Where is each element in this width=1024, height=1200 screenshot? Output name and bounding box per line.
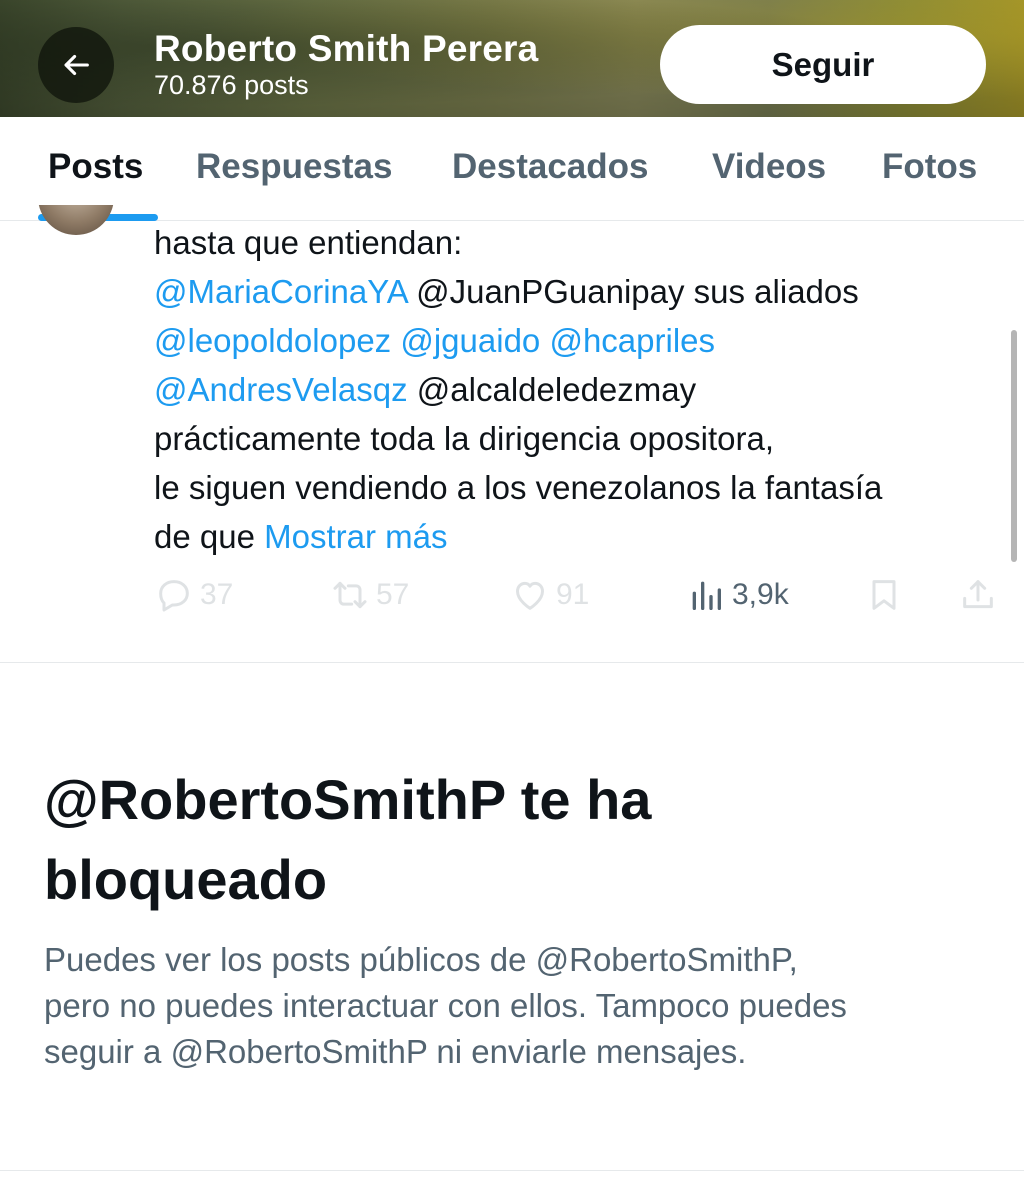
mention-link[interactable]: @hcapriles <box>549 322 715 359</box>
mention-link[interactable]: @leopoldolopez <box>154 322 391 359</box>
tab-respuestas[interactable]: Respuestas <box>196 147 392 187</box>
tweet-text-segment: le siguen vendiendo a los venezolanos la… <box>154 469 883 506</box>
arrow-left-icon <box>64 54 89 76</box>
blocked-title-line: @RobertoSmithP te ha <box>44 768 652 831</box>
avatar[interactable] <box>38 205 114 235</box>
divider <box>0 662 1024 663</box>
repost-count: 57 <box>376 578 410 611</box>
views-button[interactable]: 3,9k <box>686 570 789 620</box>
profile-header-banner: Roberto Smith Perera 70.876 posts Seguir <box>0 0 1024 117</box>
blocked-title: @RobertoSmithP te ha bloqueado <box>44 760 984 920</box>
mention-link[interactable]: @MariaCorinaYA <box>154 273 407 310</box>
tweet-text-segment: @alcaldeledezmay <box>407 371 697 408</box>
tweet-line: @leopoldolopez @jguaido @hcapriles <box>154 316 1004 365</box>
like-count: 91 <box>556 578 590 611</box>
tab-destacados[interactable]: Destacados <box>452 147 648 187</box>
blocked-description-line: pero no puedes interactuar con ellos. Ta… <box>44 987 847 1024</box>
tweet-text-segment <box>391 322 400 359</box>
reply-count: 37 <box>200 578 234 611</box>
blocked-description: Puedes ver los posts públicos de @Robert… <box>44 937 994 1075</box>
reply-icon <box>159 580 189 612</box>
blocked-description-line: seguir a @RobertoSmithP ni enviarle mens… <box>44 1033 747 1070</box>
mention-link[interactable]: @jguaido <box>400 322 540 359</box>
show-more-link[interactable]: Mostrar más <box>264 518 447 555</box>
tweet-text-segment: hasta que entiendan: <box>154 224 463 261</box>
tweet-text: hasta que entiendan: @MariaCorinaYA @Jua… <box>154 218 1004 561</box>
tweet-text-segment: prácticamente toda la dirigencia oposito… <box>154 420 775 457</box>
tab-videos[interactable]: Videos <box>712 147 826 187</box>
tweet-line: @MariaCorinaYA @JuanPGuanipay sus aliado… <box>154 267 1004 316</box>
heart-icon <box>516 581 544 610</box>
tab-fotos[interactable]: Fotos <box>882 147 977 187</box>
tweet-text-segment: @JuanPGuanipay sus aliados <box>406 273 859 310</box>
repost-button[interactable]: 57 <box>330 570 409 620</box>
share-icon <box>963 580 993 609</box>
reply-button[interactable]: 37 <box>154 570 233 620</box>
repost-icon <box>333 581 367 609</box>
bookmark-icon <box>872 580 896 610</box>
back-button[interactable] <box>38 27 114 103</box>
tweet-actions: 37 57 91 3,9k <box>154 570 1004 620</box>
like-button[interactable]: 91 <box>510 570 589 620</box>
views-count: 3,9k <box>732 578 789 611</box>
tweet-line: hasta que entiendan: <box>154 218 1004 267</box>
mention-link[interactable]: @AndresVelasqz <box>154 371 408 408</box>
tweet-line: de que Mostrar más <box>154 512 1004 561</box>
views-chart-icon <box>692 581 721 610</box>
profile-tabs: Posts Respuestas Destacados Videos Fotos <box>0 117 1024 221</box>
tweet-line: @AndresVelasqz @alcaldeledezmay <box>154 365 1004 414</box>
blocked-description-line: Puedes ver los posts públicos de @Robert… <box>44 941 798 978</box>
scrollbar[interactable] <box>1011 330 1017 562</box>
profile-name: Roberto Smith Perera <box>154 28 539 69</box>
tweet-line: le siguen vendiendo a los venezolanos la… <box>154 463 1004 512</box>
blocked-title-line: bloqueado <box>44 848 328 911</box>
share-button[interactable] <box>958 570 998 620</box>
tab-posts[interactable]: Posts <box>48 147 143 187</box>
tweet-line: prácticamente toda la dirigencia oposito… <box>154 414 1004 463</box>
post-count: 70.876 posts <box>154 70 309 100</box>
bookmark-button[interactable] <box>864 570 904 620</box>
divider <box>0 1170 1024 1171</box>
follow-button[interactable]: Seguir <box>660 25 986 104</box>
tweet-text-segment: de que <box>154 518 265 555</box>
